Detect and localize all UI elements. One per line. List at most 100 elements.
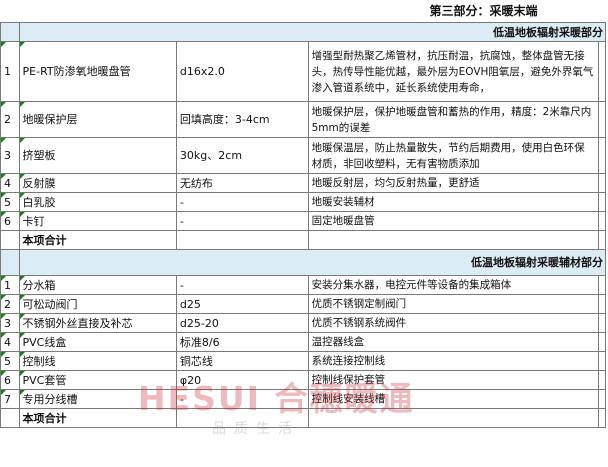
item-spec[interactable]: φ20	[175, 370, 309, 390]
item-spec[interactable]	[175, 408, 309, 428]
item-name[interactable]: PVC套管	[18, 370, 177, 390]
item-description[interactable]	[307, 408, 599, 428]
extra-cell[interactable]	[597, 351, 607, 371]
table-row: 6 卡钉 - 固定地暖盘管	[0, 211, 607, 231]
row-index[interactable]: 2	[0, 101, 20, 138]
table-row: 1 PE-RT防渗氧地暖盘管 d16x2.0 增强型耐热聚乙烯管材，抗压耐温，抗…	[0, 41, 607, 102]
row-index[interactable]	[0, 230, 20, 250]
row-index[interactable]: 3	[0, 313, 20, 333]
item-spec[interactable]: 无纺布	[175, 173, 309, 193]
extra-cell[interactable]	[597, 173, 607, 193]
item-spec[interactable]: 回填高度：3-4cm	[175, 101, 309, 138]
table-row: 1 分水箱 - 安装分集水器，电控元件等设备的集成箱体	[0, 275, 607, 295]
row-index[interactable]	[0, 408, 20, 428]
table-row: 2 地暖保护层 回填高度：3-4cm 地暖保护层，保护地暖盘管和蓄热的作用，精度…	[0, 101, 607, 138]
extra-cell[interactable]	[597, 332, 607, 352]
item-spec[interactable]: -	[175, 389, 309, 409]
title-row: 第三部分：采暖末端	[1, 0, 606, 23]
table-row: 4 PVC线盒 标准8/6 温控器线盒	[0, 332, 607, 352]
item-spec[interactable]: 铜芯线	[175, 351, 309, 371]
table-row: 6 PVC套管 φ20 控制线保护套管	[0, 370, 607, 390]
item-name[interactable]: 地暖保护层	[18, 101, 177, 138]
item-name[interactable]: PE-RT防渗氧地暖盘管	[18, 41, 177, 102]
item-description[interactable]: 系统连接控制线	[307, 351, 599, 371]
item-name[interactable]: 可松动阀门	[18, 294, 177, 314]
section-title[interactable]: 低温地板辐射采暖部分	[18, 22, 607, 42]
item-name[interactable]: 白乳胶	[18, 192, 177, 212]
item-name[interactable]: 卡钉	[18, 211, 177, 231]
item-name[interactable]: PVC线盒	[18, 332, 177, 352]
section-header-row: 低温地板辐射采暖辅材部分	[0, 249, 607, 276]
item-name[interactable]: 反射膜	[18, 173, 177, 193]
table-row: 4 反射膜 无纺布 地暖反射层，均匀反射热量，更舒适	[0, 173, 607, 193]
extra-cell[interactable]	[597, 101, 607, 138]
quote-table: 第三部分：采暖末端 低温地板辐射采暖部分 1 PE-RT防渗氧地暖盘管 d16x…	[0, 0, 607, 428]
row-index[interactable]: 1	[0, 275, 20, 295]
extra-cell[interactable]	[597, 294, 607, 314]
item-description[interactable]: 增强型耐热聚乙烯管材，抗压耐温，抗腐蚀，整体盘管无接头，热传导性能优越，最外层为…	[307, 41, 599, 102]
item-name[interactable]: 不锈钢外丝直接及补芯	[18, 313, 177, 333]
row-index[interactable]: 4	[0, 173, 20, 193]
item-spec[interactable]: 30kg、2cm	[175, 137, 309, 174]
table-row: 2 可松动阀门 d25 优质不锈钢定制阀门	[0, 294, 607, 314]
item-name[interactable]: 挤塑板	[18, 137, 177, 174]
section-index-cell[interactable]	[0, 249, 20, 276]
item-description[interactable]: 固定地暖盘管	[307, 211, 599, 231]
table-row: 7 专用分线槽 - 控制线安装线槽	[0, 389, 607, 409]
item-spec[interactable]: 标准8/6	[175, 332, 309, 352]
row-index[interactable]: 6	[0, 211, 20, 231]
item-spec[interactable]: -	[175, 192, 309, 212]
extra-cell[interactable]	[597, 230, 607, 250]
item-description[interactable]: 优质不锈钢系统阀件	[307, 313, 599, 333]
item-description[interactable]: 安装分集水器，电控元件等设备的集成箱体	[307, 275, 599, 295]
sheet-title: 第三部分：采暖末端	[429, 3, 538, 18]
row-index[interactable]: 3	[0, 137, 20, 174]
row-index[interactable]: 7	[0, 389, 20, 409]
extra-cell[interactable]	[597, 41, 607, 102]
subtotal-label[interactable]: 本项合计	[18, 408, 177, 428]
item-description[interactable]: 地暖安装辅材	[307, 192, 599, 212]
subtotal-row: 本项合计	[0, 230, 607, 250]
row-index[interactable]: 5	[0, 351, 20, 371]
row-index[interactable]: 5	[0, 192, 20, 212]
item-spec[interactable]: -	[175, 275, 309, 295]
spreadsheet: 第三部分：采暖末端 低温地板辐射采暖部分 1 PE-RT防渗氧地暖盘管 d16x…	[0, 0, 608, 467]
row-index[interactable]: 4	[0, 332, 20, 352]
extra-cell[interactable]	[597, 275, 607, 295]
item-name[interactable]: 分水箱	[18, 275, 177, 295]
item-name[interactable]: 专用分线槽	[18, 389, 177, 409]
extra-cell[interactable]	[597, 211, 607, 231]
item-spec[interactable]	[175, 230, 309, 250]
table-row: 3 不锈钢外丝直接及补芯 d25-20 优质不锈钢系统阀件	[0, 313, 607, 333]
item-description[interactable]	[307, 230, 599, 250]
extra-cell[interactable]	[597, 192, 607, 212]
item-description[interactable]: 温控器线盒	[307, 332, 599, 352]
subtotal-row: 本项合计	[0, 408, 607, 428]
item-description[interactable]: 地暖保护层，保护地暖盘管和蓄热的作用，精度：2米靠尺内5mm的误差	[307, 101, 599, 138]
section-title[interactable]: 低温地板辐射采暖辅材部分	[18, 249, 607, 276]
extra-cell[interactable]	[597, 370, 607, 390]
section-index-cell[interactable]	[0, 22, 20, 42]
item-description[interactable]: 地暖保温层，防止热量散失，节约后期费用，使用白色环保材质，非回收塑料，无有害物质…	[307, 137, 599, 174]
extra-cell[interactable]	[597, 137, 607, 174]
item-name[interactable]: 控制线	[18, 351, 177, 371]
table-row: 3 挤塑板 30kg、2cm 地暖保温层，防止热量散失，节约后期费用，使用白色环…	[0, 137, 607, 174]
item-description[interactable]: 优质不锈钢定制阀门	[307, 294, 599, 314]
item-spec[interactable]: d16x2.0	[175, 41, 309, 102]
extra-cell[interactable]	[597, 408, 607, 428]
table-row: 5 控制线 铜芯线 系统连接控制线	[0, 351, 607, 371]
row-index[interactable]: 1	[0, 41, 20, 102]
item-spec[interactable]: -	[175, 211, 309, 231]
row-index[interactable]: 6	[0, 370, 20, 390]
extra-cell[interactable]	[597, 389, 607, 409]
extra-cell[interactable]	[597, 313, 607, 333]
item-description[interactable]: 控制线安装线槽	[307, 389, 599, 409]
subtotal-label[interactable]: 本项合计	[18, 230, 177, 250]
item-description[interactable]: 控制线保护套管	[307, 370, 599, 390]
item-spec[interactable]: d25-20	[175, 313, 309, 333]
section-header-row: 低温地板辐射采暖部分	[0, 22, 607, 42]
table-row: 5 白乳胶 - 地暖安装辅材	[0, 192, 607, 212]
row-index[interactable]: 2	[0, 294, 20, 314]
item-description[interactable]: 地暖反射层，均匀反射热量，更舒适	[307, 173, 599, 193]
item-spec[interactable]: d25	[175, 294, 309, 314]
